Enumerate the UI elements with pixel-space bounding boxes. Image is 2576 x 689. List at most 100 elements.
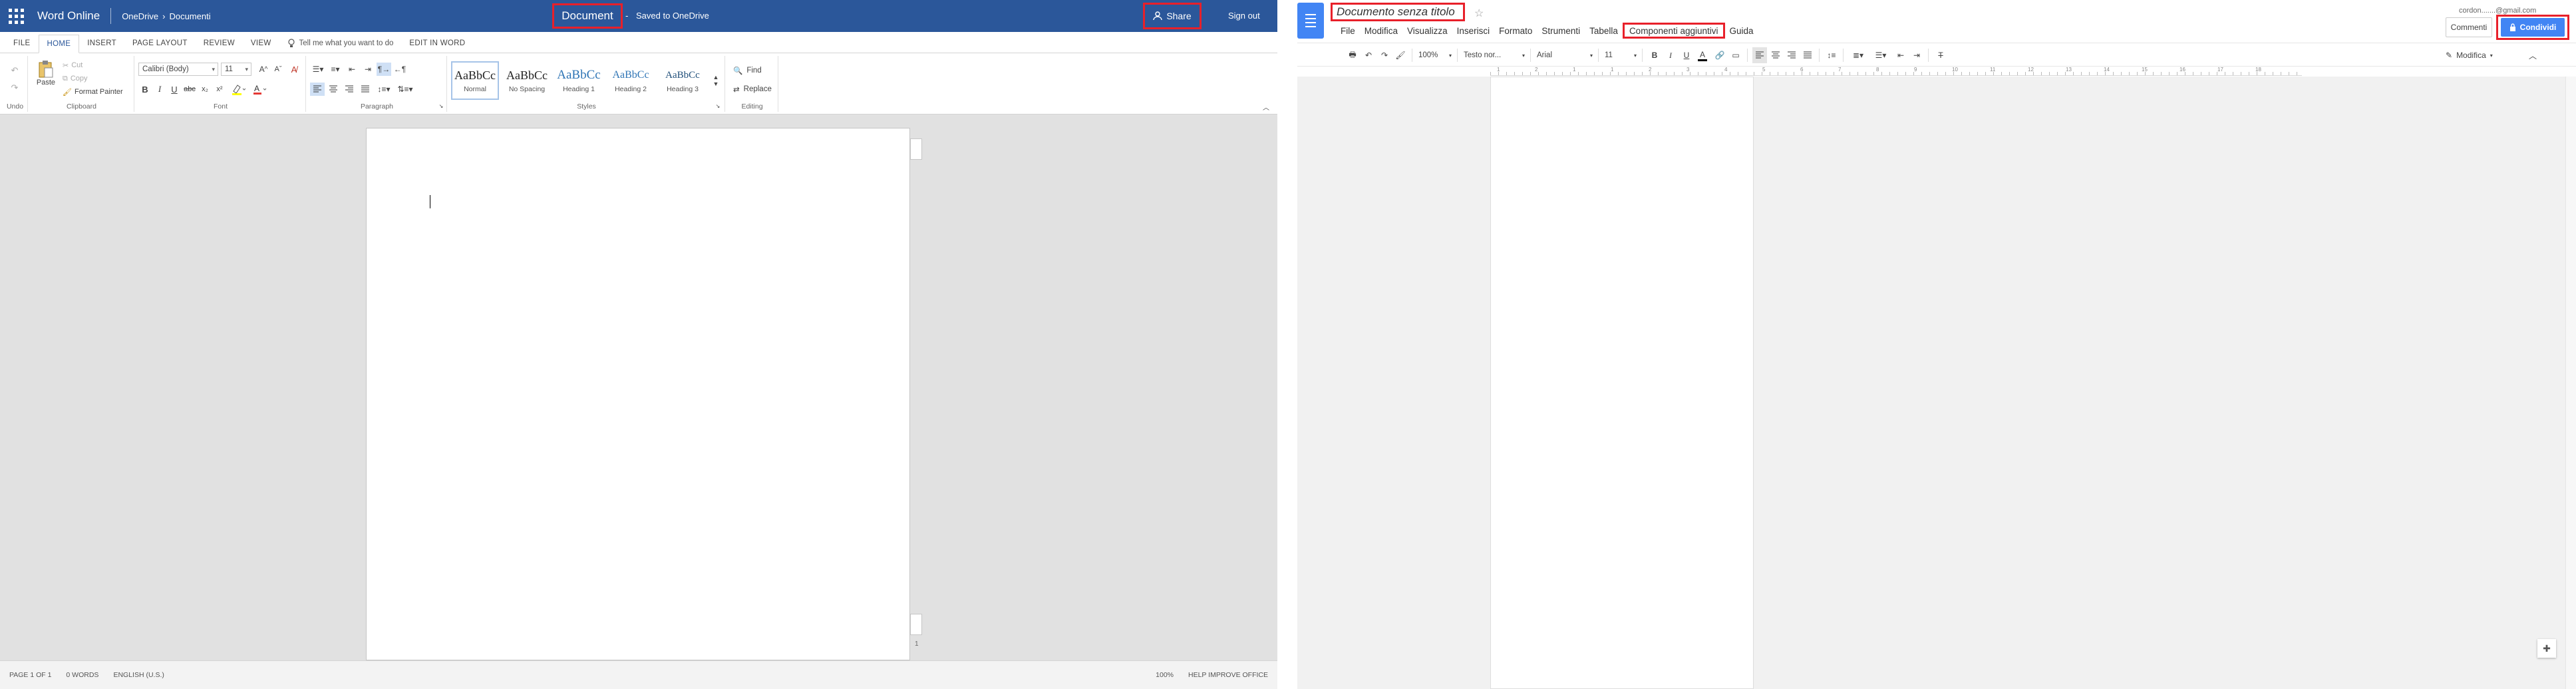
justify-icon[interactable] [358, 83, 373, 96]
scroll-down-handle[interactable] [910, 614, 922, 635]
paste-button[interactable]: Paste [33, 59, 59, 88]
font-color-button[interactable]: A [250, 83, 269, 96]
collapse-toolbar-icon[interactable]: ︿ [2525, 47, 2540, 63]
vertical-scrollbar[interactable] [2565, 77, 2576, 689]
bold-icon[interactable]: B [138, 83, 152, 96]
docs-logo-icon[interactable] [1297, 3, 1324, 39]
paragraph-style-select[interactable]: Testo nor... ▾ [1464, 49, 1525, 62]
format-painter-button[interactable]: 🖌 Format Painter [63, 87, 123, 97]
superscript-icon[interactable]: x² [213, 83, 226, 96]
zoom-select[interactable]: 100% ▾ [1418, 49, 1452, 62]
increase-indent-icon[interactable]: ⇥ [1909, 47, 1924, 63]
bullets-icon[interactable]: ☰▾ [310, 63, 326, 76]
menu-visualizza[interactable]: Visualizza [1402, 23, 1452, 39]
app-name[interactable]: Word Online [37, 9, 100, 23]
highlight-color-button[interactable] [229, 83, 247, 96]
style-no-spacing[interactable]: AaBbCc No Spacing [503, 61, 551, 100]
tab-page-layout[interactable]: PAGE LAYOUT [124, 34, 196, 53]
clear-formatting-icon[interactable]: T [1933, 47, 1948, 63]
redo-icon[interactable]: ↷ [1377, 47, 1392, 63]
underline-icon[interactable]: U [168, 83, 181, 96]
undo-icon[interactable]: ↶ [8, 64, 21, 77]
rtl-icon[interactable]: ←¶ [393, 63, 407, 76]
language[interactable]: ENGLISH (U.S.) [113, 671, 164, 679]
document-name[interactable]: Document [552, 3, 623, 29]
tab-view[interactable]: VIEW [243, 34, 279, 53]
subscript-icon[interactable]: x₂ [198, 83, 212, 96]
tab-insert[interactable]: INSERT [79, 34, 124, 53]
menu-inserisci[interactable]: Inserisci [1452, 23, 1495, 39]
italic-icon[interactable]: I [153, 83, 166, 96]
bold-icon[interactable]: B [1647, 47, 1662, 63]
edit-in-word-button[interactable]: EDIT IN WORD [401, 34, 473, 53]
document-page[interactable] [1490, 77, 1754, 689]
tab-file[interactable]: FILE [5, 34, 39, 53]
strikethrough-icon[interactable]: abc [182, 83, 197, 96]
replace-button[interactable]: ⇄ Replace [733, 84, 772, 95]
align-right-icon[interactable] [1784, 47, 1799, 63]
paint-format-icon[interactable]: 🖌 [1393, 47, 1408, 63]
align-left-icon[interactable] [310, 83, 325, 96]
scroll-up-handle[interactable] [910, 138, 922, 160]
cut-button[interactable]: ✂ Cut [63, 60, 82, 71]
font-select[interactable]: Arial ▾ [1537, 49, 1593, 62]
menu-formato[interactable]: Formato [1494, 23, 1537, 39]
style-heading-2[interactable]: AaBbCc Heading 2 [607, 61, 655, 100]
menu-componenti-aggiuntivi[interactable]: Componenti aggiuntivi [1622, 23, 1725, 39]
clear-formatting-icon[interactable]: A̸ [287, 63, 301, 76]
menu-tabella[interactable]: Tabella [1585, 23, 1623, 39]
decrease-indent-icon[interactable]: ⇤ [345, 63, 359, 76]
grow-font-icon[interactable]: A ^ [257, 63, 270, 76]
comment-icon[interactable]: ▭ [1728, 47, 1743, 63]
align-right-icon[interactable] [342, 83, 357, 96]
numbering-icon[interactable]: ≡▾ [327, 63, 343, 76]
zoom-level[interactable]: 100% [1156, 671, 1174, 679]
copy-button[interactable]: ⧉ Copy [63, 73, 88, 84]
find-button[interactable]: 🔍 Find [733, 65, 762, 76]
breadcrumb-onedrive[interactable]: OneDrive [122, 11, 158, 21]
style-normal[interactable]: AaBbCc Normal [451, 61, 499, 100]
breadcrumb-documenti[interactable]: Documenti [169, 11, 210, 21]
shrink-font-icon[interactable]: Aˇ [271, 63, 285, 76]
style-heading-3[interactable]: AaBbCc Heading 3 [659, 61, 707, 100]
style-heading-1[interactable]: AaBbCc Heading 1 [555, 61, 603, 100]
align-left-icon[interactable] [1752, 47, 1767, 63]
document-page[interactable] [366, 128, 910, 660]
tab-review[interactable]: REVIEW [196, 34, 243, 53]
menu-strumenti[interactable]: Strumenti [1537, 23, 1585, 39]
underline-icon[interactable]: U [1679, 47, 1694, 63]
paragraph-spacing-icon[interactable]: ⇅≡▾ [395, 83, 415, 96]
align-center-icon[interactable] [1768, 47, 1783, 63]
waffle-icon[interactable] [0, 0, 32, 32]
justify-icon[interactable] [1800, 47, 1815, 63]
tab-home[interactable]: HOME [38, 35, 80, 53]
line-spacing-icon[interactable]: ↕≡ [1824, 47, 1839, 63]
undo-icon[interactable]: ↶ [1361, 47, 1376, 63]
redo-icon[interactable]: ↷ [8, 81, 21, 95]
share-button[interactable]: Share [1143, 3, 1202, 29]
italic-icon[interactable]: I [1663, 47, 1678, 63]
align-center-icon[interactable] [326, 83, 341, 96]
print-icon[interactable]: 🖶 [1345, 47, 1360, 63]
font-size-select[interactable]: 11 ▾ [1605, 49, 1637, 62]
styles-scroll-icon[interactable]: ▲ ▼ [712, 64, 720, 97]
star-icon[interactable]: ☆ [1474, 7, 1484, 20]
bulleted-list-icon[interactable]: ☰▾ [1871, 47, 1891, 63]
help-improve-link[interactable]: HELP IMPROVE OFFICE [1188, 671, 1268, 679]
menu-file[interactable]: File [1336, 23, 1360, 39]
font-family-select[interactable]: Calibri (Body) ▾ [138, 63, 218, 76]
share-button[interactable]: Condividi [2496, 15, 2569, 40]
ltr-icon[interactable]: ¶→ [377, 63, 391, 76]
menu-guida[interactable]: Guida [1725, 23, 1758, 39]
line-spacing-icon[interactable]: ↕≡▾ [374, 83, 394, 96]
account-email[interactable]: cordon.......@gmail.com [2459, 7, 2536, 15]
text-color-icon[interactable]: A [1695, 47, 1710, 63]
increase-indent-icon[interactable]: ⇥ [361, 63, 375, 76]
numbered-list-icon[interactable]: ≣▾ [1848, 47, 1868, 63]
editing-mode-select[interactable]: ✎ Modifica ▾ [2446, 47, 2501, 63]
link-icon[interactable]: 🔗 [1712, 47, 1727, 63]
document-title[interactable]: Documento senza titolo [1331, 3, 1465, 21]
comments-button[interactable]: Commenti [2446, 17, 2492, 37]
tell-me-box[interactable]: Tell me what you want to do [279, 34, 402, 53]
sign-out-link[interactable]: Sign out [1228, 11, 1260, 21]
